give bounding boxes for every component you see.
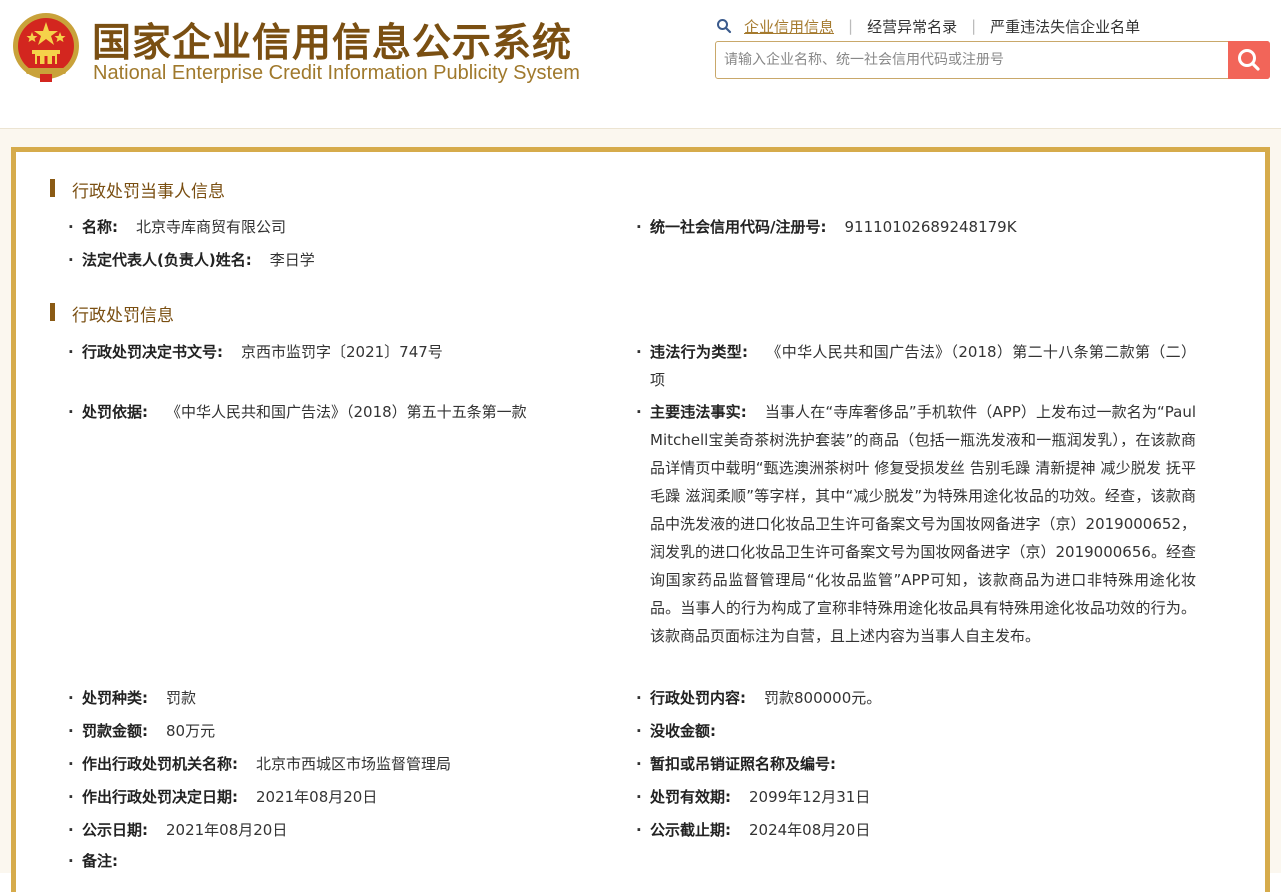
- section-title-party: 行政处罚当事人信息: [50, 177, 225, 202]
- site-title-en: National Enterprise Credit Information P…: [93, 62, 580, 84]
- field-authority: · 作出行政处罚机关名称: 北京市西城区市场监督管理局: [68, 755, 452, 773]
- label-valid-until: 处罚有效期:: [650, 788, 731, 806]
- value-credit-code: 91110102689248179K: [844, 218, 1017, 236]
- field-valid-until: · 处罚有效期: 2099年12月31日: [636, 788, 871, 806]
- field-legal-rep: · 法定代表人(负责人)姓名: 李日学: [68, 251, 315, 269]
- field-violation-type: · 违法行为类型: 《中华人民共和国广告法》（2018）第二十八条第二款第（二）项: [636, 343, 1196, 389]
- value-penalty-content: 罚款800000元。: [764, 689, 882, 707]
- search-button[interactable]: [1228, 41, 1270, 79]
- value-authority: 北京市西城区市场监督管理局: [256, 755, 452, 773]
- field-main-facts: · 主要违法事实: 当事人在“寺库奢侈品”手机软件（APP）上发布过一款名为“Pau…: [636, 403, 1197, 645]
- field-confiscated-amount: · 没收金额:: [636, 722, 716, 740]
- nav-credit-info[interactable]: 企业信用信息: [744, 16, 834, 37]
- field-name: · 名称: 北京寺库商贸有限公司: [68, 218, 287, 236]
- label-fine-amount: 罚款金额:: [82, 722, 148, 740]
- field-basis: · 处罚依据: 《中华人民共和国广告法》（2018）第五十五条第一款: [68, 403, 527, 421]
- label-credit-code: 统一社会信用代码/注册号:: [650, 218, 827, 236]
- nav-separator: |: [971, 17, 977, 35]
- label-decision-date: 作出行政处罚决定日期:: [82, 788, 238, 806]
- label-publish-deadline: 公示截止期:: [650, 821, 731, 839]
- value-basis: 《中华人民共和国广告法》（2018）第五十五条第一款: [166, 403, 527, 421]
- section-title-penalty: 行政处罚信息: [50, 301, 174, 326]
- field-remark: · 备注:: [68, 852, 118, 870]
- search-input[interactable]: [716, 42, 1226, 78]
- label-doc-number: 行政处罚决定书文号:: [82, 343, 223, 361]
- field-penalty-content: · 行政处罚内容: 罚款800000元。: [636, 689, 882, 707]
- search-icon: [1238, 49, 1260, 71]
- field-fine-amount: · 罚款金额: 80万元: [68, 722, 216, 740]
- label-penalty-kind: 处罚种类:: [82, 689, 148, 707]
- field-credit-code: · 统一社会信用代码/注册号: 91110102689248179K: [636, 218, 1017, 236]
- value-publish-date: 2021年08月20日: [166, 821, 288, 839]
- search-box: [715, 41, 1270, 79]
- search-icon: [717, 19, 732, 34]
- label-main-facts: 主要违法事实:: [650, 403, 747, 421]
- field-publish-deadline: · 公示截止期: 2024年08月20日: [636, 821, 871, 839]
- label-legal-rep: 法定代表人(负责人)姓名:: [82, 251, 252, 269]
- label-confiscated-amount: 没收金额:: [650, 722, 716, 740]
- field-publish-date: · 公示日期: 2021年08月20日: [68, 821, 288, 839]
- value-penalty-kind: 罚款: [166, 689, 197, 707]
- label-publish-date: 公示日期:: [82, 821, 148, 839]
- site-header: 国家企业信用信息公示系统 National Enterprise Credit …: [0, 0, 1281, 129]
- nav-separator: |: [848, 17, 854, 35]
- top-nav: 企业信用信息 | 经营异常名录 | 严重违法失信企业名单: [716, 15, 1140, 37]
- field-license: · 暂扣或吊销证照名称及编号:: [636, 755, 836, 773]
- value-valid-until: 2099年12月31日: [749, 788, 871, 806]
- nav-blacklist[interactable]: 严重违法失信企业名单: [990, 16, 1140, 37]
- value-fine-amount: 80万元: [166, 722, 216, 740]
- value-decision-date: 2021年08月20日: [256, 788, 378, 806]
- label-basis: 处罚依据:: [82, 403, 148, 421]
- label-license: 暂扣或吊销证照名称及编号:: [650, 755, 836, 773]
- label-penalty-content: 行政处罚内容:: [650, 689, 746, 707]
- field-doc-number: · 行政处罚决定书文号: 京西市监罚字〔2021〕747号: [68, 343, 443, 361]
- site-title-cn: 国家企业信用信息公示系统: [92, 21, 573, 66]
- nav-abnormal-list[interactable]: 经营异常名录: [867, 16, 957, 37]
- field-decision-date: · 作出行政处罚决定日期: 2021年08月20日: [68, 788, 378, 806]
- value-main-facts: 当事人在“寺库奢侈品”手机软件（APP）上发布过一款名为“Paul Mitche…: [650, 403, 1197, 645]
- value-legal-rep: 李日学: [269, 251, 315, 269]
- label-violation-type: 违法行为类型:: [650, 343, 749, 361]
- value-doc-number: 京西市监罚字〔2021〕747号: [241, 343, 443, 361]
- national-emblem-icon: [13, 13, 79, 82]
- label-name: 名称:: [82, 218, 118, 236]
- field-penalty-kind: · 处罚种类: 罚款: [68, 689, 197, 707]
- label-authority: 作出行政处罚机关名称:: [82, 755, 238, 773]
- label-remark: 备注:: [82, 852, 118, 870]
- value-publish-deadline: 2024年08月20日: [749, 821, 871, 839]
- value-name: 北京寺库商贸有限公司: [136, 218, 287, 236]
